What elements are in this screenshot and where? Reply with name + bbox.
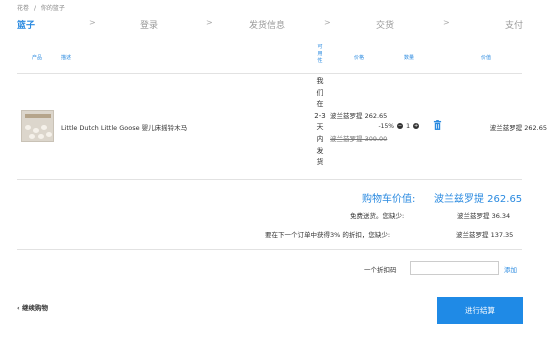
step-shipping-info: 发货信息 <box>249 21 286 31</box>
unit-price: 波兰兹罗提 262.65 <box>330 112 388 120</box>
chevron-left-icon: ‹ <box>17 304 20 312</box>
step-arrow-1: > <box>89 18 96 27</box>
step-arrow-2: > <box>206 18 213 27</box>
minus-icon[interactable]: − <box>397 122 403 129</box>
cart-value-label: 购物车价值: <box>362 194 416 205</box>
header-description: 描述 <box>61 55 72 61</box>
table-header: 产品 描述 可用性 价格 数量 价值 <box>0 44 553 72</box>
discount-code-input[interactable] <box>410 261 499 275</box>
step-basket: 篮子 <box>17 21 36 31</box>
next-order-value: 波兰兹罗提 137.35 <box>456 231 514 239</box>
step-delivery: 交货 <box>376 21 395 31</box>
breadcrumb-separator: / <box>33 5 36 12</box>
breadcrumb-current: 你的篮子 <box>40 5 65 12</box>
plus-icon[interactable]: + <box>413 122 420 129</box>
continue-shopping-link[interactable]: ‹ 继续购物 <box>17 302 48 312</box>
step-arrow-3: > <box>324 18 331 27</box>
trash-icon[interactable] <box>433 120 442 130</box>
next-order-label: 要在下一个订单中获得3% 的折扣，您缺少: <box>265 231 391 239</box>
quantity-value: 1 <box>406 121 411 130</box>
header-quantity: 数量 <box>404 55 415 61</box>
divider <box>17 73 522 74</box>
original-price: 波兰兹罗提 309.00 <box>330 135 388 143</box>
header-product: 产品 <box>32 55 43 61</box>
breadcrumb-home[interactable]: 花卷 <box>17 5 29 12</box>
continue-shopping-label: 继续购物 <box>21 304 48 312</box>
step-arrow-4: > <box>443 18 450 27</box>
free-shipping-value: 波兰兹罗提 36.34 <box>457 212 511 220</box>
header-availability: 可用性 <box>317 44 323 64</box>
product-name-link[interactable]: Little Dutch Little Goose 婴儿床摇铃木马 <box>61 122 187 132</box>
divider <box>17 249 522 250</box>
discount-code-label: 一个折扣码 <box>364 266 397 274</box>
header-total: 价值 <box>481 55 492 61</box>
product-image[interactable] <box>21 110 54 142</box>
checkout-steps: 篮子 > 登录 > 发货信息 > 交货 > 支付 <box>0 18 553 34</box>
divider <box>17 179 522 180</box>
discount-badge: -15% <box>378 123 394 130</box>
price-block: 波兰兹罗提 262.65 -15% 波兰兹罗提 309.00 <box>330 110 394 143</box>
add-discount-button[interactable]: 添加 <box>504 264 517 274</box>
free-shipping-label: 免费送货。您缺少: <box>350 212 405 220</box>
cart-value: 波兰兹罗提 262.65 <box>434 194 523 205</box>
availability-text: 我们在2-3天内发货 <box>314 77 326 167</box>
step-payment: 支付 <box>505 21 524 31</box>
breadcrumb: 花卷 / 你的篮子 <box>17 3 65 12</box>
checkout-button[interactable]: 进行结算 <box>437 297 523 324</box>
quantity-stepper: − 1 + <box>397 121 420 130</box>
line-total: 波兰兹罗提 262.65 <box>489 124 547 132</box>
header-price: 价格 <box>354 55 365 61</box>
step-login: 登录 <box>140 21 159 31</box>
